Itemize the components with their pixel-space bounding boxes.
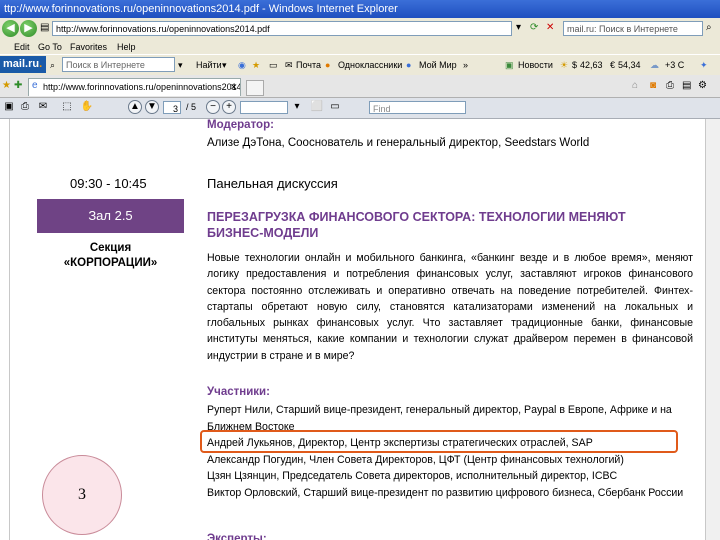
menu-goto[interactable]: Go To <box>38 40 62 54</box>
tab-pdf[interactable]: http://www.forinnovations.ru/openinnovat… <box>28 78 241 96</box>
menu-bar: Edit Go To Favorites Help <box>0 40 720 54</box>
moderator-text: Ализе ДэТона, Сооснователь и генеральный… <box>207 137 590 149</box>
ie-page-icon: e <box>32 80 38 91</box>
weather-sun-icon: ☀ <box>560 60 569 70</box>
page-menu-icon[interactable]: ▤ <box>682 79 691 93</box>
eur-symbol: € <box>610 60 616 70</box>
tab-bar: ★ ✚ http://www.forinnovations.ru/openinn… <box>0 75 720 98</box>
section-line-2: «КОРПОРАЦИИ» <box>63 257 158 269</box>
email-icon[interactable]: ✉ <box>36 100 50 114</box>
page-icon: ▤ <box>40 22 50 33</box>
star-icon[interactable]: ★ <box>252 56 260 74</box>
hall-badge: Зал 2.5 <box>37 199 184 233</box>
find-button[interactable]: Найти <box>196 56 222 74</box>
news-link[interactable]: Новости <box>518 56 553 74</box>
page-up-icon[interactable]: ▲ <box>128 100 142 114</box>
search-icon[interactable]: ⌕ <box>706 21 712 35</box>
fit-page-icon[interactable]: ⬜ <box>310 100 324 114</box>
toolbar-dropdown-icon[interactable]: ▾ <box>178 56 183 74</box>
dropdown-arrow-icon[interactable]: ▾ <box>516 21 521 35</box>
zoom-dropdown-icon[interactable]: ▾ <box>290 100 304 114</box>
globe-icon[interactable]: ◉ <box>238 56 246 74</box>
myworld-link[interactable]: Мой Мир <box>419 56 457 74</box>
hand-tool-icon[interactable]: ✋ <box>80 100 94 114</box>
find-input[interactable]: Find <box>369 101 466 114</box>
forward-icon[interactable]: ▶ <box>20 20 37 37</box>
search-input[interactable]: mail.ru: Поиск в Интернете <box>563 21 703 36</box>
usd-rate[interactable]: 42,63 <box>580 56 603 74</box>
classmates-link[interactable]: Одноклассники <box>338 56 402 74</box>
experts-label: Эксперты: <box>207 533 267 540</box>
mailru-logo[interactable]: mail.ru. <box>0 56 46 73</box>
pdf-toolbar: ▣ ⎙ ✉ ⬚ ✋ ▲ ▼ 3 / 5 − + ▾ ⬜ ▭ Find <box>0 98 720 119</box>
home-icon[interactable]: ⌂ <box>632 79 638 93</box>
eur-rate[interactable]: 54,34 <box>618 56 641 74</box>
print-icon[interactable]: ⎙ <box>666 79 674 93</box>
classmates-icon[interactable]: ● <box>325 56 330 74</box>
participants-label: Участники: <box>207 386 270 398</box>
address-row: ◀ ▶ ▤ http://www.forinnovations.ru/openi… <box>0 18 720 41</box>
section-label: Секция «КОРПОРАЦИИ» <box>37 241 184 271</box>
panel-title: Панельная дискуссия <box>207 176 338 191</box>
rss-icon[interactable]: ◙ <box>650 79 656 93</box>
weather-icon: ☁ <box>650 60 659 70</box>
menu-help[interactable]: Help <box>117 40 136 54</box>
page-number-input[interactable]: 3 <box>163 101 181 114</box>
vertical-scrollbar[interactable] <box>705 119 720 540</box>
save-icon[interactable]: ▣ <box>2 100 16 114</box>
mail-link[interactable]: Почта <box>296 56 321 74</box>
menu-favorites[interactable]: Favorites <box>70 40 107 54</box>
moderator-label: Модератор: <box>207 119 274 131</box>
print-pdf-icon[interactable]: ⎙ <box>18 100 32 114</box>
mailru-toolbar: mail.ru. ⌕ Поиск в Интернете ▾ Найти ▾ ◉… <box>0 54 720 76</box>
window-title-bar: ttp://www.forinnovations.ru/openinnovati… <box>0 0 720 18</box>
brand-dot: . <box>39 58 43 70</box>
zoom-input[interactable] <box>240 101 288 114</box>
toolbar-settings-icon[interactable]: ✦ <box>700 56 708 74</box>
back-icon[interactable]: ◀ <box>2 20 19 37</box>
refresh-icon[interactable]: ⟳ <box>530 21 538 35</box>
find-dropdown-icon[interactable]: ▾ <box>222 56 227 74</box>
session-description: Новые технологии онлайн и мобильного бан… <box>207 252 693 362</box>
address-input[interactable]: http://www.forinnovations.ru/openinnovat… <box>52 21 512 36</box>
favorites-star-icon[interactable]: ★ <box>2 79 11 93</box>
fit-width-icon[interactable]: ▭ <box>328 100 342 114</box>
mail-icon[interactable]: ✉ <box>285 56 293 74</box>
page-down-icon[interactable]: ▼ <box>145 100 159 114</box>
session-time: 09:30 - 10:45 <box>70 176 147 191</box>
mailru-brand: mail.ru <box>3 58 40 70</box>
participant-item: Виктор Орловский, Старший вице-президент… <box>207 486 684 499</box>
add-favorites-icon[interactable]: ✚ <box>14 79 22 93</box>
section-line-1: Секция <box>89 242 132 254</box>
highlight-frame <box>200 430 678 453</box>
toolbar-search-input[interactable]: Поиск в Интернете <box>62 57 175 72</box>
window-title: ttp://www.forinnovations.ru/openinnovati… <box>4 3 398 15</box>
page-total: / 5 <box>186 102 197 112</box>
zoom-out-icon[interactable]: − <box>206 100 220 114</box>
participant-item: Цзян Цзянцин, Председатель Совета директ… <box>207 470 618 483</box>
zoom-in-icon[interactable]: + <box>222 100 236 114</box>
tab-close-icon[interactable]: ✕ <box>230 82 238 93</box>
myworld-icon[interactable]: ● <box>406 56 411 74</box>
magnifier-icon[interactable]: ⌕ <box>50 56 55 74</box>
slide-number-badge: 3 <box>42 455 122 535</box>
usd-symbol: $ <box>572 60 578 70</box>
pdf-document: Модератор: Ализе ДэТона, Сооснователь и … <box>0 119 720 540</box>
participant-item: Александр Погудин, Член Совета Директоро… <box>207 453 624 466</box>
news-icon[interactable]: ▣ <box>505 56 514 74</box>
tab-label: http://www.forinnovations.ru/openinnovat… <box>43 82 241 92</box>
stop-icon[interactable]: ✕ <box>546 21 554 35</box>
tools-menu-icon[interactable]: ⚙ <box>698 79 707 93</box>
toolbar-button[interactable]: ▭ <box>269 56 278 74</box>
session-title: ПЕРЕЗАГРУЗКА ФИНАНСОВОГО СЕКТОРА: ТЕХНОЛ… <box>207 210 626 240</box>
weather-value[interactable]: +3 С <box>665 56 684 74</box>
select-icon[interactable]: ⬚ <box>60 100 74 114</box>
left-gutter <box>0 119 10 540</box>
menu-edit[interactable]: Edit <box>14 40 30 54</box>
more-chevron[interactable]: » <box>463 56 468 74</box>
new-tab-button[interactable] <box>246 80 264 96</box>
